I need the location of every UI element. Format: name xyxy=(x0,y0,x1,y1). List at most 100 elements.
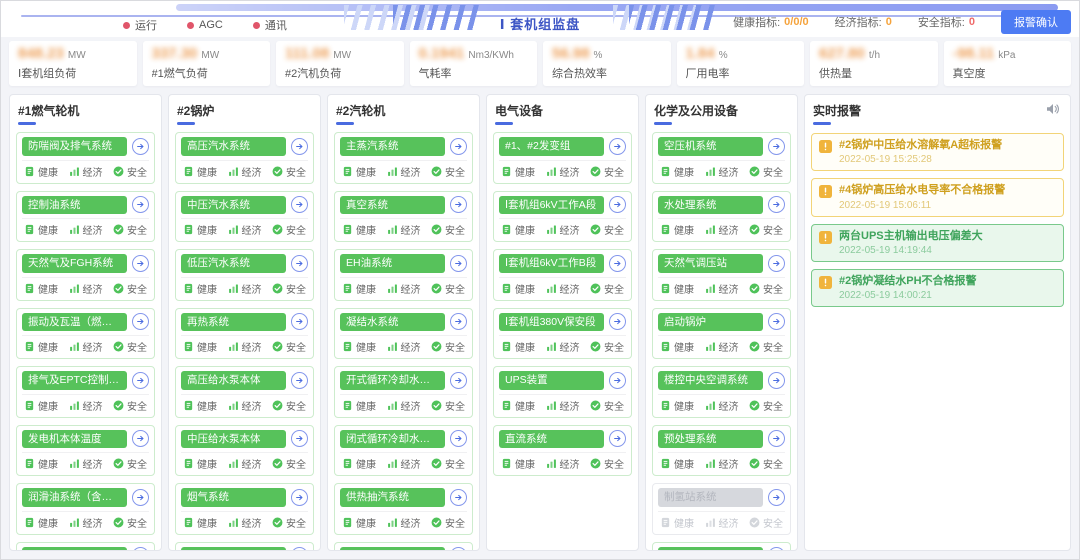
status-row: 健康经济安全 xyxy=(181,277,308,298)
system-card-button[interactable]: 凝结水系统 xyxy=(340,313,445,332)
detail-arrow-icon[interactable] xyxy=(132,255,149,272)
system-card: EH油系统健康经济安全 xyxy=(334,249,473,301)
system-card-button[interactable]: 天然气调压站 xyxy=(658,254,763,273)
alarm-item[interactable]: #2锅炉中压给水溶解氧A超标报警2022-05-19 15:25:28 xyxy=(811,133,1064,171)
system-card-button[interactable]: 直流系统 xyxy=(499,430,604,449)
detail-arrow-icon[interactable] xyxy=(768,196,785,213)
alarm-timestamp: 2022-05-19 14:19:44 xyxy=(839,245,983,256)
detail-arrow-icon[interactable] xyxy=(450,138,467,155)
detail-arrow-icon[interactable] xyxy=(132,547,149,551)
system-card-button[interactable]: 再热系统 xyxy=(181,313,286,332)
detail-arrow-icon[interactable] xyxy=(609,138,626,155)
detail-arrow-icon[interactable] xyxy=(291,196,308,213)
column-title: #2锅炉 xyxy=(175,101,314,125)
system-card-button[interactable]: 锅炉加药系统 xyxy=(658,547,763,552)
system-card-button[interactable]: 闭式循环冷却水系统 xyxy=(340,430,445,449)
status-health: 健康 xyxy=(342,515,376,530)
system-card-button[interactable]: 发电机本体温度 xyxy=(22,430,127,449)
detail-arrow-icon[interactable] xyxy=(132,372,149,389)
detail-arrow-icon[interactable] xyxy=(609,196,626,213)
system-card-button[interactable]: 天然气及FGH系统 xyxy=(22,254,127,273)
detail-arrow-icon[interactable] xyxy=(132,196,149,213)
system-card-button[interactable]: 供热抽汽系统 xyxy=(340,488,445,507)
alarm-item[interactable]: #4锅炉高压给水电导率不合格报警2022-05-19 15:06:11 xyxy=(811,178,1064,216)
metric-unit: Nm3/KWh xyxy=(468,50,514,61)
system-card-button[interactable]: 预处理系统 xyxy=(658,430,763,449)
system-card-button[interactable]: 楼控中央空调系统 xyxy=(658,371,763,390)
system-card-button[interactable]: 水处理系统 xyxy=(658,196,763,215)
alarm-item[interactable]: #2锅炉凝结水PH不合格报警2022-05-19 14:00:21 xyxy=(811,269,1064,307)
metric-value: 111.08 xyxy=(285,45,329,62)
detail-arrow-icon[interactable] xyxy=(768,489,785,506)
system-card-button[interactable]: EH油系统 xyxy=(340,254,445,273)
system-card-button[interactable]: 控制油系统 xyxy=(22,196,127,215)
system-card-button[interactable]: 中压给水泵本体 xyxy=(181,430,286,449)
system-card-button[interactable]: 中压汽水系统 xyxy=(181,196,286,215)
system-card-button[interactable]: 进气及冷却空气系统（燃机本体） xyxy=(22,547,127,552)
detail-arrow-icon[interactable] xyxy=(132,430,149,447)
detail-arrow-icon[interactable] xyxy=(768,138,785,155)
system-card-button[interactable]: 烟气系统 xyxy=(181,488,286,507)
status-economy: 经济 xyxy=(387,222,421,237)
system-card-button[interactable]: 防喘阀及排气系统 xyxy=(22,137,127,156)
detail-arrow-icon[interactable] xyxy=(450,372,467,389)
system-card-button[interactable]: 排气及EPTC控制系统(燃机本体) xyxy=(22,371,127,390)
status-safety: 安全 xyxy=(431,515,465,530)
detail-arrow-icon[interactable] xyxy=(609,255,626,272)
system-card-button[interactable]: 高压给水泵本体 xyxy=(181,371,286,390)
detail-arrow-icon[interactable] xyxy=(132,489,149,506)
status-label: 经济 xyxy=(242,398,262,413)
detail-arrow-icon[interactable] xyxy=(609,430,626,447)
system-card-button[interactable]: Ⅰ套机组6kV工作B段 xyxy=(499,254,604,273)
system-card-button[interactable]: 开式循环冷却水系统 xyxy=(340,371,445,390)
indicator-label: 健康指标: xyxy=(733,14,780,30)
detail-arrow-icon[interactable] xyxy=(609,313,626,330)
detail-arrow-icon[interactable] xyxy=(291,313,308,330)
detail-arrow-icon[interactable] xyxy=(132,138,149,155)
alarm-item[interactable]: 两台UPS主机输出电压偏差大2022-05-19 14:19:44 xyxy=(811,224,1064,262)
detail-arrow-icon[interactable] xyxy=(291,547,308,551)
system-card-button[interactable]: #1、#2发变组 xyxy=(499,137,604,156)
status-label: 健康 xyxy=(197,398,217,413)
status-row: 健康经济安全 xyxy=(22,218,149,239)
detail-arrow-icon[interactable] xyxy=(291,430,308,447)
detail-arrow-icon[interactable] xyxy=(450,489,467,506)
detail-arrow-icon[interactable] xyxy=(132,313,149,330)
detail-arrow-icon[interactable] xyxy=(450,430,467,447)
detail-arrow-icon[interactable] xyxy=(450,255,467,272)
detail-arrow-icon[interactable] xyxy=(768,255,785,272)
detail-arrow-icon[interactable] xyxy=(450,547,467,551)
system-card-button[interactable]: 润滑油系统（含轴承回油温度） xyxy=(22,488,127,507)
system-card: 低压汽水系统健康经济安全 xyxy=(175,249,314,301)
system-card-button[interactable]: 排污系统 xyxy=(181,547,286,552)
system-card-button[interactable]: 空压机系统 xyxy=(658,137,763,156)
detail-arrow-icon[interactable] xyxy=(768,430,785,447)
header-indicator: 安全指标:0 xyxy=(918,14,975,30)
system-card-button[interactable]: 启动锅炉 xyxy=(658,313,763,332)
system-card-button[interactable]: 辅助蒸汽系统 xyxy=(340,547,445,552)
system-card-button[interactable]: 真空系统 xyxy=(340,196,445,215)
economy-chart-icon xyxy=(69,224,80,235)
detail-arrow-icon[interactable] xyxy=(768,372,785,389)
system-card-button[interactable]: 高压汽水系统 xyxy=(181,137,286,156)
detail-arrow-icon[interactable] xyxy=(291,489,308,506)
speaker-icon[interactable] xyxy=(1046,103,1060,115)
detail-arrow-icon[interactable] xyxy=(291,255,308,272)
system-card-button[interactable]: UPS装置 xyxy=(499,371,604,390)
detail-arrow-icon[interactable] xyxy=(450,196,467,213)
system-card-button[interactable]: 主蒸汽系统 xyxy=(340,137,445,156)
system-card-button[interactable]: Ⅰ套机组380V保安段 xyxy=(499,313,604,332)
status-label: 健康 xyxy=(197,339,217,354)
detail-arrow-icon[interactable] xyxy=(291,372,308,389)
detail-arrow-icon[interactable] xyxy=(291,138,308,155)
detail-arrow-icon[interactable] xyxy=(768,547,785,551)
indicator-value: 0 xyxy=(886,16,892,28)
detail-arrow-icon[interactable] xyxy=(450,313,467,330)
detail-arrow-icon[interactable] xyxy=(609,372,626,389)
system-card-button[interactable]: 振动及瓦温（燃机本体） xyxy=(22,313,127,332)
alarm-confirm-button[interactable]: 报警确认 xyxy=(1001,10,1071,34)
system-card-button[interactable]: Ⅰ套机组6kV工作A段 xyxy=(499,196,604,215)
detail-arrow-icon[interactable] xyxy=(768,313,785,330)
status-health: 健康 xyxy=(342,398,376,413)
system-card-button[interactable]: 低压汽水系统 xyxy=(181,254,286,273)
